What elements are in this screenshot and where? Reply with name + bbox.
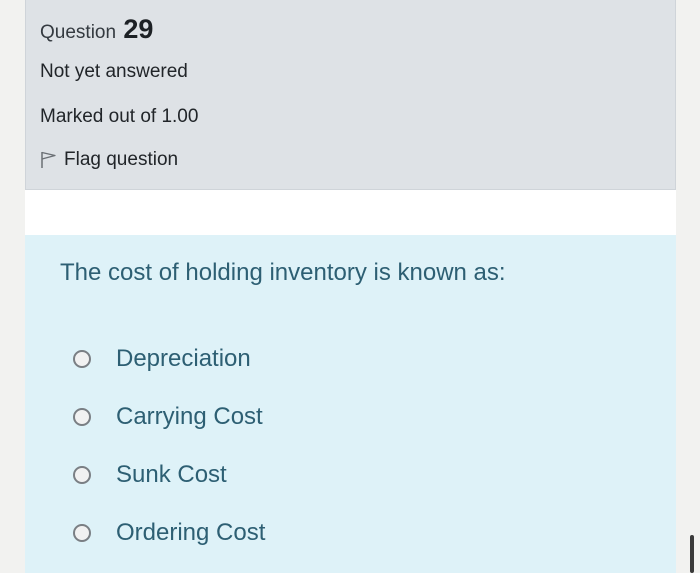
question-text: The cost of holding inventory is known a… bbox=[60, 259, 506, 286]
radio-button[interactable] bbox=[73, 466, 91, 484]
answer-option-carrying-cost[interactable]: Carrying Cost bbox=[69, 388, 265, 446]
question-state: Not yet answered bbox=[40, 61, 188, 82]
flag-question-label: Flag question bbox=[64, 149, 179, 170]
radio-button[interactable] bbox=[73, 350, 91, 368]
scrollbar-thumb[interactable] bbox=[690, 535, 694, 573]
option-label: Sunk Cost bbox=[116, 461, 227, 488]
option-label: Depreciation bbox=[116, 345, 251, 372]
flag-question-link[interactable]: Flag question bbox=[40, 149, 178, 171]
question-number: 29 bbox=[123, 14, 154, 44]
flag-icon bbox=[41, 151, 56, 168]
answer-options: Depreciation Carrying Cost Sunk Cost Ord… bbox=[69, 330, 265, 562]
question-word: Question bbox=[40, 22, 117, 43]
radio-button[interactable] bbox=[73, 408, 91, 426]
question-number-heading: Question 29 bbox=[40, 14, 153, 45]
option-label: Ordering Cost bbox=[116, 519, 266, 546]
question-content-panel: The cost of holding inventory is known a… bbox=[25, 235, 676, 573]
answer-option-depreciation[interactable]: Depreciation bbox=[69, 330, 265, 388]
answer-option-sunk-cost[interactable]: Sunk Cost bbox=[69, 446, 265, 504]
answer-option-ordering-cost[interactable]: Ordering Cost bbox=[69, 504, 265, 562]
question-info-panel: Question 29 Not yet answered Marked out … bbox=[25, 0, 676, 190]
option-label: Carrying Cost bbox=[116, 403, 263, 430]
question-grade: Marked out of 1.00 bbox=[40, 106, 199, 127]
radio-button[interactable] bbox=[73, 524, 91, 542]
panel-separator bbox=[25, 190, 676, 235]
